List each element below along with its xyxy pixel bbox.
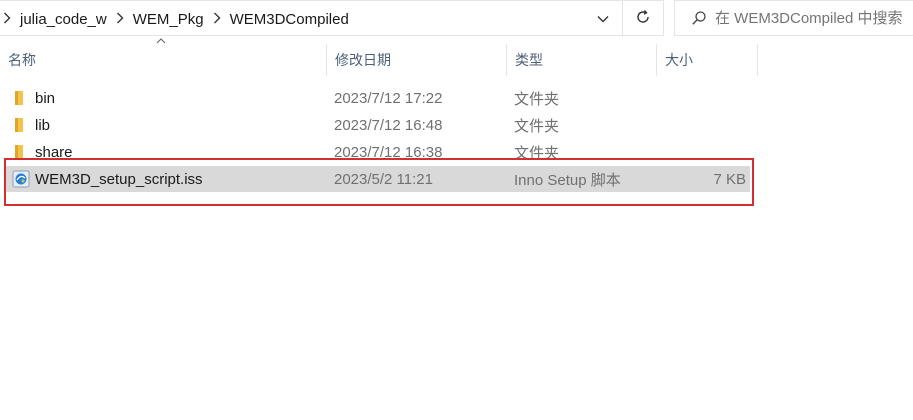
column-header-name-label: 名称	[8, 52, 36, 68]
breadcrumb-item-wem3dcompiled[interactable]: WEM3DCompiled	[230, 11, 349, 28]
highlight-box	[4, 158, 754, 206]
column-header-size-label: 大小	[665, 52, 693, 68]
file-type: 文件夹	[514, 90, 560, 108]
search-icon	[691, 10, 707, 26]
column-header: 名称 修改日期 类型 大小	[0, 44, 760, 76]
chevron-right-icon[interactable]	[210, 12, 224, 27]
address-history-dropdown[interactable]	[588, 5, 618, 33]
file-name: bin	[35, 89, 56, 107]
column-header-date[interactable]: 修改日期	[327, 44, 506, 76]
breadcrumb-item-wem-pkg[interactable]: WEM_Pkg	[133, 11, 204, 28]
divider	[622, 1, 623, 37]
address-bar[interactable]: julia_code_w WEM_Pkg WEM3DCompiled	[0, 0, 664, 37]
breadcrumb-item-julia-code-w[interactable]: julia_code_w	[20, 11, 107, 28]
file-date: 2023/7/12 17:22	[334, 89, 443, 107]
search-box[interactable]	[674, 0, 913, 36]
column-header-name[interactable]: 名称	[0, 44, 326, 76]
chevron-right-icon[interactable]	[0, 12, 14, 27]
file-name: lib	[35, 116, 51, 134]
column-resize-handle[interactable]	[757, 44, 758, 76]
breadcrumb: julia_code_w WEM_Pkg WEM3DCompiled	[0, 9, 355, 29]
column-header-size[interactable]: 大小	[657, 44, 757, 76]
folder-icon	[12, 90, 26, 110]
chevron-down-icon	[597, 10, 609, 28]
folder-icon	[12, 117, 26, 137]
file-row-lib[interactable]: lib 2023/7/12 16:48 文件夹	[6, 112, 750, 138]
refresh-icon	[635, 9, 651, 30]
file-date: 2023/7/12 16:48	[334, 116, 443, 134]
refresh-button[interactable]	[624, 1, 662, 37]
chevron-right-icon[interactable]	[113, 12, 127, 27]
file-row-bin[interactable]: bin 2023/7/12 17:22 文件夹	[6, 85, 750, 111]
column-header-date-label: 修改日期	[335, 52, 391, 68]
search-input[interactable]	[713, 8, 907, 28]
column-header-type[interactable]: 类型	[507, 44, 656, 76]
file-type: 文件夹	[514, 117, 560, 135]
column-header-type-label: 类型	[515, 52, 543, 68]
